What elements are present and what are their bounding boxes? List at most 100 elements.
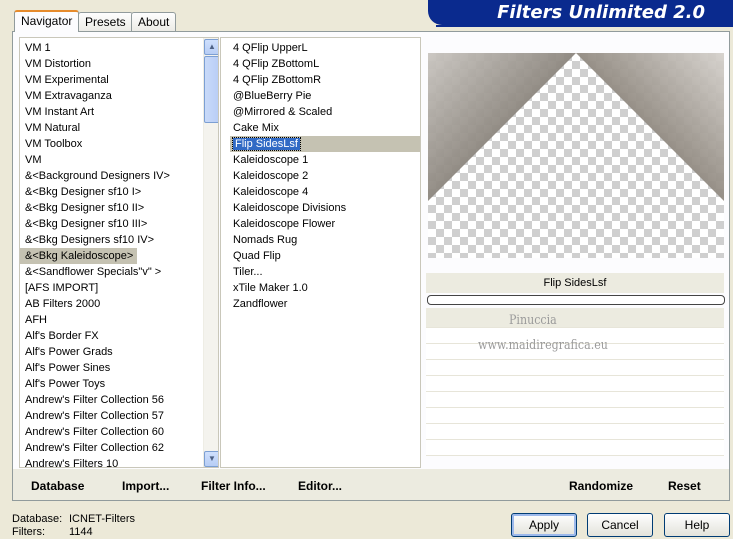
filter-item-label: Tiler... <box>233 266 263 278</box>
filter-item[interactable]: Zandflower <box>230 296 420 312</box>
category-item[interactable]: Andrew's Filter Collection 56 <box>20 392 218 408</box>
category-item[interactable]: [AFS IMPORT] <box>20 280 218 296</box>
filter-item-label: Zandflower <box>233 298 288 310</box>
randomize-button[interactable]: Randomize <box>569 479 633 493</box>
param-row <box>426 440 724 456</box>
category-item[interactable]: Alf's Power Toys <box>20 376 218 392</box>
category-scrollbar[interactable]: ▲ ▼ <box>203 38 218 467</box>
editor-button[interactable]: Editor... <box>298 479 342 493</box>
category-item[interactable]: &<Bkg Designer sf10 III> <box>20 216 218 232</box>
category-item[interactable]: AB Filters 2000 <box>20 296 218 312</box>
filter-item[interactable]: @Mirrored & Scaled <box>230 104 420 120</box>
import-button[interactable]: Import... <box>122 479 169 493</box>
filter-item-label: 4 QFlip ZBottomR <box>233 74 322 86</box>
filter-item-label: 4 QFlip UpperL <box>233 42 308 54</box>
filter-item[interactable]: Kaleidoscope Divisions <box>230 200 420 216</box>
filter-item[interactable]: Kaleidoscope Flower <box>230 216 420 232</box>
category-item[interactable]: &<Bkg Designers sf10 IV> <box>20 232 218 248</box>
filter-item-label: xTile Maker 1.0 <box>233 282 308 294</box>
filter-item-label: Kaleidoscope 2 <box>233 170 309 182</box>
filter-item[interactable]: Tiler... <box>230 264 420 280</box>
category-item[interactable]: VM Experimental <box>20 72 218 88</box>
filter-item[interactable]: Quad Flip <box>230 248 420 264</box>
banner-underline <box>436 25 733 27</box>
category-item[interactable]: Andrew's Filter Collection 60 <box>20 424 218 440</box>
progress-bar <box>427 295 725 305</box>
filter-item-label: Cake Mix <box>233 122 279 134</box>
filter-list[interactable]: 4 QFlip UpperL 4 QFlip ZBottomL 4 QFlip ZB… <box>220 37 421 468</box>
filter-item[interactable]: Nomads Rug <box>230 232 420 248</box>
param-row <box>426 360 724 376</box>
param-row-header <box>426 308 724 328</box>
filter-item-label: Flip SidesLsf <box>232 137 301 151</box>
category-item[interactable]: &<Bkg Designer sf10 II> <box>20 200 218 216</box>
param-row <box>426 392 724 408</box>
filter-item-label: @Mirrored & Scaled <box>233 106 333 118</box>
cancel-button[interactable]: Cancel <box>587 513 653 537</box>
preview-image <box>428 53 724 258</box>
category-item[interactable]: Andrew's Filters 10 <box>20 456 218 467</box>
category-item[interactable]: VM Extravaganza <box>20 88 218 104</box>
app-banner: Filters Unlimited 2.0 <box>428 0 733 25</box>
filter-item[interactable]: 4 QFlip ZBottomL <box>230 56 420 72</box>
filter-item[interactable]: Kaleidoscope 4 <box>230 184 420 200</box>
category-item[interactable]: VM 1 <box>20 40 218 56</box>
filter-item-label: Kaleidoscope Flower <box>233 218 336 230</box>
filter-item-label: Quad Flip <box>233 250 281 262</box>
status-filters-label: Filters: <box>12 526 45 538</box>
reset-button[interactable]: Reset <box>668 479 701 493</box>
category-item[interactable]: AFH <box>20 312 218 328</box>
filter-item[interactable]: Kaleidoscope 1 <box>230 152 420 168</box>
category-list[interactable]: VM 1 VM Distortion VM Experimental VM Extra… <box>19 37 219 468</box>
scroll-thumb[interactable] <box>204 56 218 123</box>
category-items: VM 1 VM Distortion VM Experimental VM Extra… <box>20 38 218 467</box>
navigator-panel: VM 1 VM Distortion VM Experimental VM Extra… <box>12 31 730 501</box>
filter-item[interactable]: xTile Maker 1.0 <box>230 280 420 296</box>
category-item[interactable]: Andrew's Filter Collection 57 <box>20 408 218 424</box>
status-database: Database: ICNET-Filters <box>12 513 135 525</box>
scroll-down-icon[interactable]: ▼ <box>204 451 218 467</box>
status-database-label: Database: <box>12 513 63 525</box>
category-item[interactable]: &<Background Designers IV> <box>20 168 218 184</box>
filter-parameters <box>426 308 724 468</box>
filter-items: 4 QFlip UpperL 4 QFlip ZBottomL 4 QFlip ZB… <box>221 38 420 312</box>
param-row <box>426 376 724 392</box>
preview-svg <box>428 53 724 201</box>
category-item[interactable]: VM Distortion <box>20 56 218 72</box>
filter-item-label: Kaleidoscope 1 <box>233 154 309 166</box>
apply-button[interactable]: Apply <box>511 513 577 537</box>
tab-about[interactable]: About <box>131 12 177 31</box>
param-row <box>426 408 724 424</box>
selected-filter-name: Flip SidesLsf <box>426 273 724 293</box>
watermark-line1: Pinuccia <box>509 313 557 328</box>
category-item[interactable]: VM <box>20 152 218 168</box>
watermark-line2: www.maidiregrafica.eu <box>478 338 608 353</box>
filter-item[interactable]: 4 QFlip ZBottomR <box>230 72 420 88</box>
filter-item-label: Kaleidoscope Divisions <box>233 202 347 214</box>
category-item[interactable]: VM Instant Art <box>20 104 218 120</box>
filter-item[interactable]: Cake Mix <box>230 120 420 136</box>
help-button[interactable]: Help <box>664 513 730 537</box>
status-database-value: ICNET-Filters <box>69 513 135 525</box>
tab-presets[interactable]: Presets <box>78 12 133 31</box>
category-item[interactable]: VM Toolbox <box>20 136 218 152</box>
database-button[interactable]: Database <box>31 479 84 493</box>
status-filters-value: 1144 <box>69 526 93 538</box>
filter-info-button[interactable]: Filter Info... <box>201 479 266 493</box>
filter-item-label: Kaleidoscope 4 <box>233 186 309 198</box>
filter-item[interactable]: @BlueBerry Pie <box>230 88 420 104</box>
category-item[interactable]: Alf's Power Grads <box>20 344 218 360</box>
category-item[interactable]: Alf's Power Sines <box>20 360 218 376</box>
filter-item[interactable]: 4 QFlip UpperL <box>230 40 420 56</box>
filter-item[interactable]: Kaleidoscope 2 <box>230 168 420 184</box>
category-item[interactable]: Alf's Border FX <box>20 328 218 344</box>
category-item[interactable]: Andrew's Filter Collection 62 <box>20 440 218 456</box>
category-item[interactable]: &<Bkg Designer sf10 I> <box>20 184 218 200</box>
tab-navigator[interactable]: Navigator <box>14 10 80 32</box>
category-item[interactable]: &<Sandflower Specials"v" > <box>20 264 218 280</box>
scroll-up-icon[interactable]: ▲ <box>204 39 218 55</box>
category-item[interactable]: &<Bkg Kaleidoscope> <box>20 248 138 264</box>
filter-item[interactable]: Flip SidesLsf <box>230 136 420 152</box>
filter-item-label: Nomads Rug <box>233 234 298 246</box>
category-item[interactable]: VM Natural <box>20 120 218 136</box>
